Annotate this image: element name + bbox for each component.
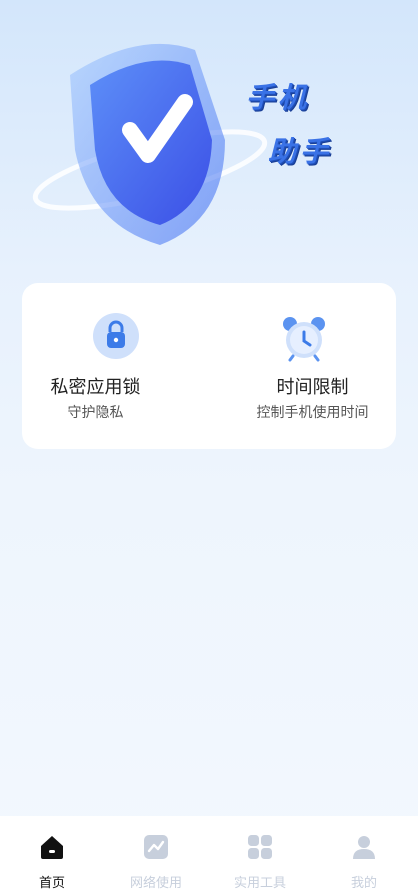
home-icon [41,836,63,859]
tab-label: 首页 [38,876,65,891]
time-limit-button[interactable]: 时间限制 控制手机使用时间 [209,283,396,449]
shield-icon [32,43,268,245]
tab-label: 我的 [350,876,377,891]
hero-title-line1: 手机 [246,81,311,114]
tab-tools[interactable]: 实用工具 [208,816,312,896]
feature-subtitle: 守护隐私 [67,405,124,421]
feature-subtitle: 控制手机使用时间 [256,405,369,421]
feature-title: 私密应用锁 [50,377,141,398]
feature-title: 时间限制 [276,377,349,398]
tab-label: 实用工具 [233,876,286,891]
grid-icon [248,835,272,859]
chart-icon [144,835,168,859]
tab-profile[interactable]: 我的 [312,816,416,896]
tab-home[interactable]: 首页 [0,816,104,896]
tab-network-usage[interactable]: 网络使用 [104,816,208,896]
bottom-tab-bar: 首页 网络使用 实用工具 我的 [0,816,418,896]
feature-card: 私密应用锁 守护隐私 时间限制 控制手机使用时间 [22,283,396,449]
tab-label: 网络使用 [129,876,182,891]
hero-title-line2: 助手 [268,135,333,168]
alarm-clock-icon [283,317,325,362]
hero-banner: 手机 助手 [0,0,418,280]
lock-icon [93,313,139,359]
private-app-lock-button[interactable]: 私密应用锁 守护隐私 [22,283,209,449]
person-icon [353,836,375,859]
